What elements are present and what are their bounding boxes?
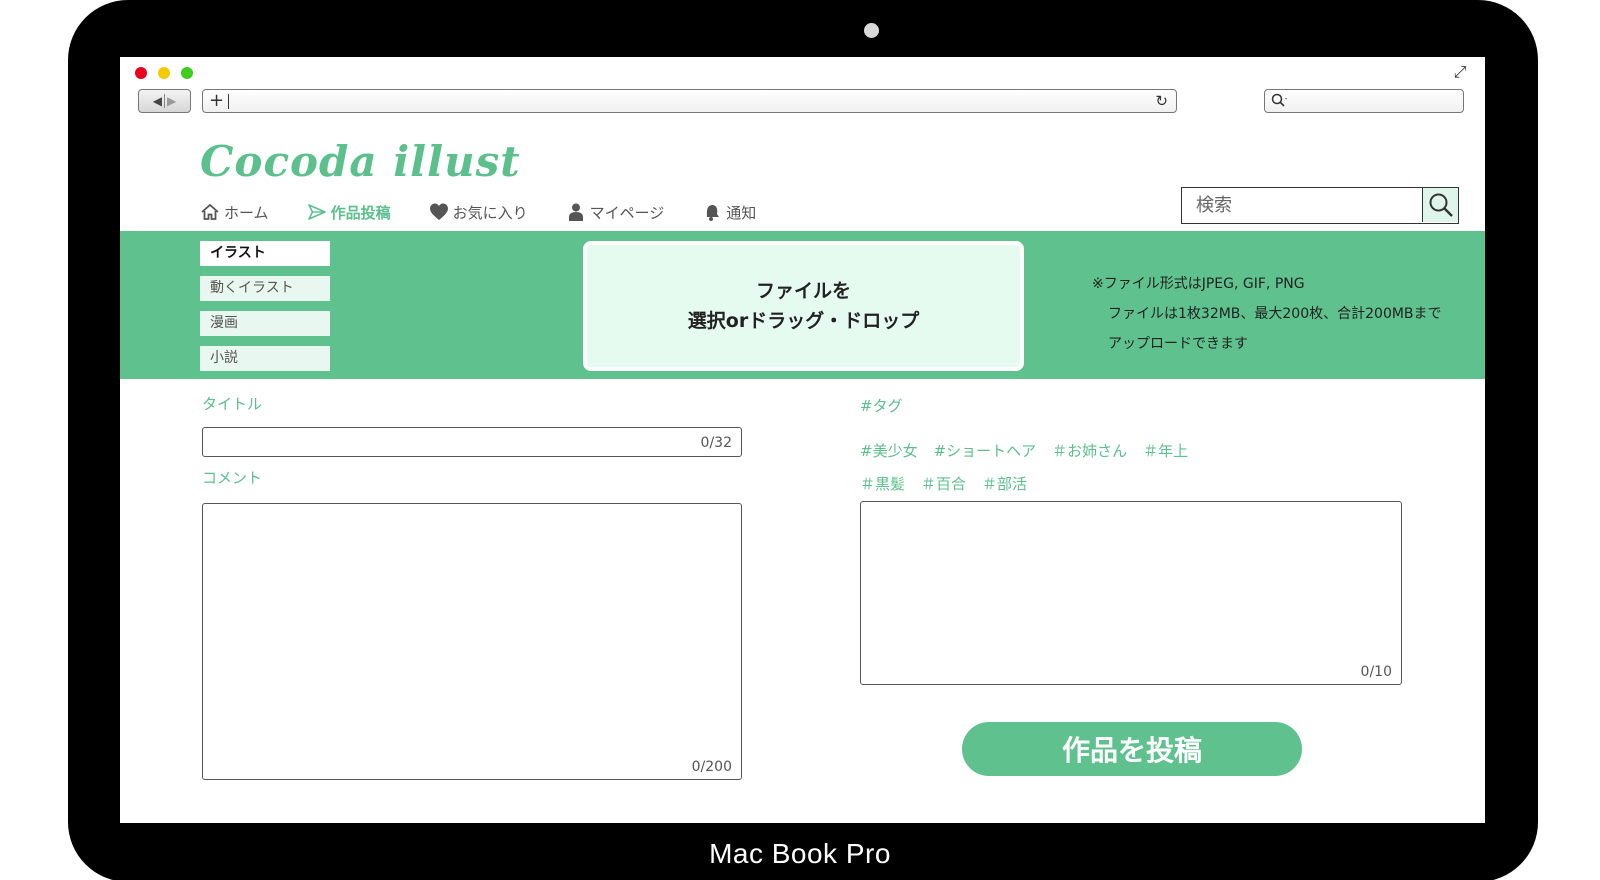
category-novel[interactable]: 小説 — [200, 346, 330, 371]
main-nav: ホーム 作品投稿 お気に入り マイページ 通知 — [200, 200, 794, 224]
upload-band: イラスト 動くイラスト 漫画 小説 ファイルを 選択orドラッグ・ドロップ ※フ… — [120, 231, 1485, 379]
fullscreen-icon[interactable]: ⤢ — [1451, 63, 1469, 81]
nav-label: 作品投稿 — [330, 203, 391, 222]
zoom-window-button[interactable] — [181, 67, 193, 79]
tag-field[interactable]: 0/10 — [860, 501, 1402, 685]
bell-icon — [707, 205, 720, 221]
file-info-line: ※ファイル形式はJPEG, GIF, PNG — [1092, 276, 1305, 292]
suggested-tag[interactable]: #美少女 — [860, 440, 918, 461]
title-field[interactable]: 0/32 — [202, 427, 742, 457]
comment-field[interactable]: 0/200 — [202, 503, 742, 780]
category-list: イラスト 動くイラスト 漫画 小説 — [200, 241, 330, 371]
dropzone-line-2: 選択orドラッグ・ドロップ — [687, 310, 920, 332]
nav-label: お気に入り — [452, 203, 528, 222]
search-icon — [1271, 93, 1287, 107]
new-tab-icon[interactable]: + — [209, 90, 224, 112]
nav-item-home[interactable]: ホーム — [200, 200, 269, 224]
forward-arrow-icon[interactable]: ▶ — [167, 94, 176, 108]
file-info-line: アップロードできます — [1108, 336, 1248, 352]
send-icon — [307, 204, 326, 220]
file-info-line: ファイルは1枚32MB、最大200枚、合計200MBまで — [1108, 306, 1442, 322]
suggested-tags-row: ＃黒髪 ＃百合 ＃部活 — [860, 473, 1043, 494]
history-buttons: ◀ ▶ — [138, 89, 191, 113]
category-illust[interactable]: イラスト — [200, 241, 330, 266]
nav-label: マイページ — [589, 203, 665, 222]
file-requirements: ※ファイル形式はJPEG, GIF, PNG ファイルは1枚32MB、最大200… — [1092, 269, 1442, 359]
window-controls — [135, 67, 193, 79]
comment-label: コメント — [202, 469, 263, 487]
address-bar[interactable]: + ↻ — [202, 89, 1177, 113]
submit-post-button[interactable]: 作品を投稿 — [962, 722, 1302, 776]
category-animated-illust[interactable]: 動くイラスト — [200, 276, 330, 301]
site-logo[interactable]: Cocoda illust — [200, 137, 521, 186]
site-search — [1181, 187, 1459, 224]
nav-item-post[interactable]: 作品投稿 — [307, 200, 391, 224]
browser-window: ⤢ ◀ ▶ + ↻ Cocoda illust ホーム 作品投稿 お気に入り マ… — [120, 57, 1485, 823]
home-icon — [201, 203, 219, 220]
back-arrow-icon[interactable]: ◀ — [153, 94, 162, 108]
suggested-tag[interactable]: ＃部活 — [982, 473, 1027, 494]
person-icon — [568, 203, 583, 221]
tag-label: #タグ — [860, 397, 903, 415]
reload-icon[interactable]: ↻ — [1155, 90, 1168, 112]
search-icon — [1429, 193, 1453, 217]
suggested-tag[interactable]: ＃お姉さん — [1052, 440, 1127, 461]
nav-label: ホーム — [224, 203, 269, 222]
tag-counter: 0/10 — [1360, 664, 1392, 680]
suggested-tag[interactable]: #ショートヘア — [934, 440, 1037, 461]
suggested-tag[interactable]: ＃年上 — [1143, 440, 1188, 461]
nav-label: 通知 — [726, 203, 757, 222]
title-counter: 0/32 — [700, 435, 732, 451]
search-input[interactable] — [1182, 188, 1420, 222]
category-manga[interactable]: 漫画 — [200, 311, 330, 336]
nav-item-favorites[interactable]: お気に入り — [429, 200, 528, 224]
search-button[interactable] — [1422, 188, 1458, 222]
device-label: Mac Book Pro — [709, 838, 891, 869]
minimize-window-button[interactable] — [158, 67, 170, 79]
suggested-tags-row: #美少女 #ショートヘア ＃お姉さん ＃年上 — [860, 440, 1204, 461]
comment-counter: 0/200 — [691, 759, 732, 775]
text-caret — [228, 94, 229, 109]
browser-search-field[interactable] — [1264, 89, 1464, 113]
heart-icon — [429, 203, 448, 220]
close-window-button[interactable] — [135, 67, 147, 79]
suggested-tag[interactable]: ＃黒髪 — [860, 473, 905, 494]
camera-dot — [864, 23, 879, 38]
dropzone-line-1: ファイルを — [755, 280, 851, 302]
file-dropzone[interactable]: ファイルを 選択orドラッグ・ドロップ — [583, 241, 1024, 371]
nav-item-notifications[interactable]: 通知 — [702, 200, 756, 224]
nav-item-mypage[interactable]: マイページ — [566, 200, 665, 224]
title-label: タイトル — [202, 395, 263, 413]
suggested-tag[interactable]: ＃百合 — [921, 473, 966, 494]
